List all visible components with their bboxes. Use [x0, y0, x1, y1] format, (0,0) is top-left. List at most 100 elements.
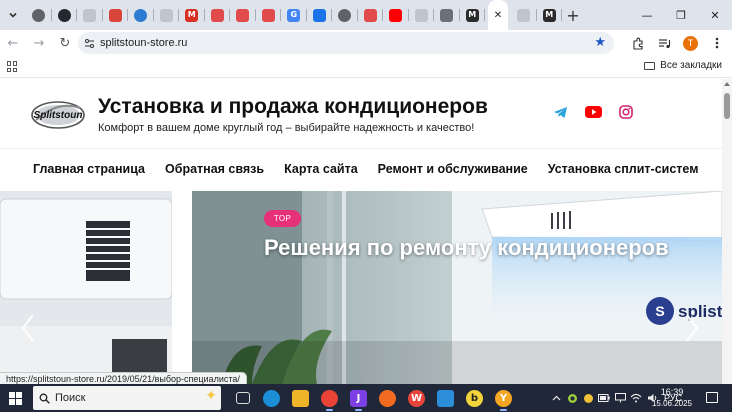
- chevron-up-icon[interactable]: [548, 384, 564, 412]
- maximize-button[interactable]: ❐: [664, 0, 698, 30]
- all-bookmarks-label: Все закладки: [660, 60, 722, 71]
- site-info-icon[interactable]: [78, 32, 100, 54]
- main-navigation: Главная страница Обратная связь Карта са…: [33, 162, 718, 176]
- tray-app2-icon[interactable]: [580, 384, 596, 412]
- slider-prev-arrow[interactable]: [18, 311, 38, 345]
- task-view-icon: [235, 392, 250, 404]
- blank-page-icon: [517, 8, 531, 22]
- red-app-icon: [236, 8, 250, 22]
- browser-tab[interactable]: [205, 0, 230, 30]
- close-window-button[interactable]: ✕: [698, 0, 732, 30]
- red-app-icon: [261, 8, 275, 22]
- browser-tab[interactable]: [103, 0, 128, 30]
- browser-tab[interactable]: [52, 0, 77, 30]
- taskbar-sketch[interactable]: [373, 384, 402, 412]
- page-scrollbar[interactable]: [722, 79, 732, 384]
- previous-slide-image[interactable]: [0, 191, 172, 384]
- browser-tab[interactable]: M: [179, 0, 205, 30]
- all-bookmarks-button[interactable]: Все закладки: [644, 60, 722, 71]
- gmail-icon: M: [185, 8, 199, 22]
- active-tab[interactable]: ✕: [488, 0, 508, 30]
- slider-next-arrow[interactable]: [682, 311, 702, 345]
- profile-avatar[interactable]: T: [683, 35, 698, 51]
- start-button[interactable]: [0, 384, 30, 412]
- sketch-icon: [379, 389, 396, 407]
- taskbar-yandex-browser[interactable]: Y: [489, 384, 518, 412]
- browser-tab[interactable]: [154, 0, 179, 30]
- browser-tab[interactable]: [511, 0, 537, 30]
- wifi-icon[interactable]: [628, 384, 644, 412]
- slide-category-badge[interactable]: TOP: [264, 210, 301, 227]
- browser-tab[interactable]: [409, 0, 434, 30]
- chevron-down-icon: [9, 12, 17, 18]
- yandex-browser-icon: Y: [495, 389, 512, 407]
- minimize-button[interactable]: —: [630, 0, 664, 30]
- site-title[interactable]: Установка и продажа кондиционеров: [98, 95, 488, 119]
- jetbrains-icon: J: [350, 389, 367, 407]
- browser-tab[interactable]: [230, 0, 256, 30]
- nav-item-installation[interactable]: Установка сплит-систем: [548, 162, 699, 176]
- browser-tab[interactable]: [307, 0, 332, 30]
- reload-button[interactable]: ↻: [52, 30, 78, 56]
- scroll-thumb[interactable]: [724, 93, 730, 119]
- battery-icon[interactable]: [596, 384, 612, 412]
- instagram-icon[interactable]: [617, 104, 635, 120]
- taskbar-jetbrains[interactable]: J: [344, 384, 373, 412]
- taskbar-task-view[interactable]: [228, 384, 257, 412]
- browser-tab[interactable]: [256, 0, 281, 30]
- nav-item-home[interactable]: Главная страница: [33, 162, 145, 176]
- extensions-icon[interactable]: [625, 30, 651, 56]
- svg-text:Splitstoun: Splitstoun: [34, 110, 83, 121]
- file-explorer-icon: [292, 389, 309, 407]
- bookmarks-bar: Все закладки: [0, 56, 732, 78]
- marker-icon: M: [542, 8, 556, 22]
- windows-logo-icon: [8, 391, 22, 405]
- telegram-icon[interactable]: [551, 104, 569, 120]
- media-controls-icon[interactable]: [651, 30, 677, 56]
- download-icon: [312, 8, 326, 22]
- address-bar[interactable]: splitstoun-store.ru ★: [78, 32, 614, 54]
- tab-search-dropdown[interactable]: [0, 0, 26, 30]
- google-icon: G: [287, 8, 301, 22]
- nav-item-feedback[interactable]: Обратная связь: [165, 162, 264, 176]
- system-clock[interactable]: 16:39 15.06.2025: [650, 387, 694, 409]
- red-app-icon: [363, 8, 377, 22]
- nav-item-repair[interactable]: Ремонт и обслуживание: [378, 162, 528, 176]
- apps-grid-icon[interactable]: [7, 61, 18, 72]
- url-text[interactable]: splitstoun-store.ru: [100, 37, 187, 49]
- browser-tab[interactable]: [77, 0, 103, 30]
- browser-tab[interactable]: G: [281, 0, 307, 30]
- site-logo[interactable]: Splitstoun: [30, 98, 86, 130]
- back-button[interactable]: ←: [0, 30, 26, 56]
- browser-tab[interactable]: [383, 0, 409, 30]
- taskbar-vscode[interactable]: [431, 384, 460, 412]
- new-tab-button[interactable]: +: [562, 0, 584, 30]
- taskbar-edge[interactable]: [257, 384, 286, 412]
- taskbar-b-app[interactable]: b: [460, 384, 489, 412]
- nav-item-sitemap[interactable]: Карта сайта: [284, 162, 358, 176]
- taskbar-file-explorer[interactable]: [286, 384, 315, 412]
- browser-tab[interactable]: M: [537, 0, 562, 30]
- taskbar-search[interactable]: Поиск ✦: [33, 386, 221, 410]
- menu-kebab-icon[interactable]: [704, 30, 730, 56]
- bookmark-star-icon[interactable]: ★: [594, 35, 606, 50]
- browser-tab[interactable]: [26, 0, 52, 30]
- youtube-icon[interactable]: [584, 104, 602, 120]
- browser-tab[interactable]: M: [460, 0, 485, 30]
- taskbar-chrome[interactable]: [315, 384, 344, 412]
- browser-tab[interactable]: [128, 0, 154, 30]
- monitor-icon[interactable]: [612, 384, 628, 412]
- notifications-icon[interactable]: [706, 392, 718, 403]
- browser-tab[interactable]: [434, 0, 460, 30]
- browser-tab[interactable]: [358, 0, 383, 30]
- tray-app-icon[interactable]: [564, 384, 580, 412]
- red-app-icon: [210, 8, 224, 22]
- slide-title[interactable]: Решения по ремонту кондиционеров: [264, 235, 669, 261]
- search-icon: [33, 386, 55, 410]
- forward-button[interactable]: →: [26, 30, 52, 56]
- close-tab-icon[interactable]: ✕: [494, 10, 502, 21]
- browser-tab[interactable]: [332, 0, 358, 30]
- taskbar-wps[interactable]: W: [402, 384, 431, 412]
- clock-time: 16:39: [660, 387, 684, 397]
- scroll-up-arrow-icon[interactable]: [724, 82, 730, 86]
